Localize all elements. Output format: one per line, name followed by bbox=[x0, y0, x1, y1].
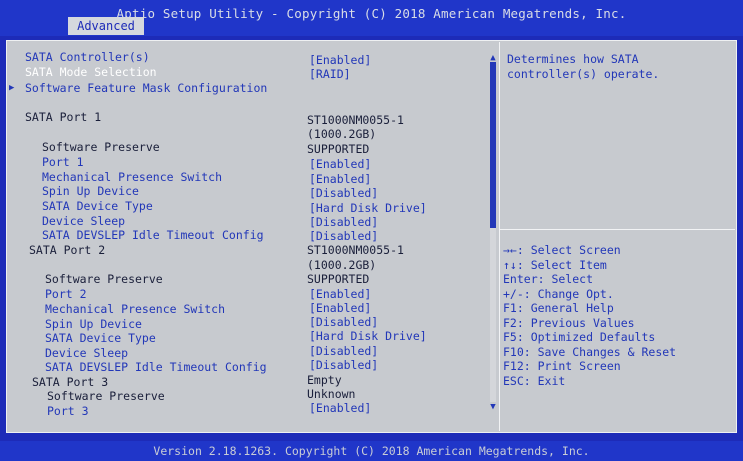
port-2-enable-value[interactable]: [Enabled] bbox=[309, 287, 371, 301]
port-1-device-type-label[interactable]: SATA Device Type bbox=[42, 199, 153, 213]
key-change-option: +/-: Change Opt. bbox=[503, 286, 614, 301]
port-2-device-type-label[interactable]: SATA Device Type bbox=[45, 331, 156, 345]
sata-controllers-label[interactable]: SATA Controller(s) bbox=[25, 50, 150, 64]
port-2-enable-label[interactable]: Port 2 bbox=[45, 287, 87, 301]
help-line-2: controller(s) operate. bbox=[507, 67, 660, 81]
port-2-spin-up-label[interactable]: Spin Up Device bbox=[45, 317, 142, 331]
port-1-device-sleep-value[interactable]: [Disabled] bbox=[309, 215, 378, 229]
port-1-mech-presence-label[interactable]: Mechanical Presence Switch bbox=[42, 170, 222, 184]
port-1-devslep-label[interactable]: SATA DEVSLEP Idle Timeout Config bbox=[42, 228, 264, 242]
key-escape-exit: ESC: Exit bbox=[503, 373, 566, 388]
software-feature-mask-link[interactable]: Software Feature Mask Configuration bbox=[25, 81, 267, 95]
key-enter-select: Enter: Select bbox=[503, 272, 594, 286]
port-1-device-type-value[interactable]: [Hard Disk Drive] bbox=[309, 201, 427, 215]
port-2-software-preserve-label: Software Preserve bbox=[45, 272, 163, 286]
port-1-enable-value[interactable]: [Enabled] bbox=[309, 157, 371, 171]
port-1-software-preserve-label: Software Preserve bbox=[42, 140, 160, 154]
port-1-devslep-value[interactable]: [Disabled] bbox=[309, 229, 378, 243]
sata-port-1-model: ST1000NM0055-1 bbox=[307, 113, 404, 127]
port-3-software-preserve-value: Unknown bbox=[307, 387, 356, 401]
title-bar: Aptio Setup Utility - Copyright (C) 2018… bbox=[0, 0, 743, 36]
port-2-mech-presence-value[interactable]: [Enabled] bbox=[309, 301, 371, 315]
sata-mode-selection-value[interactable]: [RAID] bbox=[309, 67, 351, 81]
port-2-software-preserve-value: SUPPORTED bbox=[307, 272, 370, 286]
sata-port-2-model: ST1000NM0055-1 bbox=[307, 243, 404, 257]
port-3-enable-value[interactable]: [Enabled] bbox=[309, 401, 371, 415]
key-select-screen: →←: Select Screen bbox=[503, 243, 621, 257]
help-divider bbox=[500, 229, 735, 230]
sata-port-3-heading: SATA Port 3 bbox=[32, 375, 109, 389]
key-save-reset: F10: Save Changes & Reset bbox=[503, 344, 677, 359]
key-general-help: F1: General Help bbox=[503, 301, 614, 315]
scroll-down-arrow-icon[interactable]: ▼ bbox=[487, 402, 499, 412]
port-2-spin-up-value[interactable]: [Disabled] bbox=[309, 315, 378, 329]
port-1-spin-up-label[interactable]: Spin Up Device bbox=[42, 184, 139, 198]
key-optimized-defaults: F5: Optimized Defaults bbox=[503, 330, 656, 344]
help-description: Determines how SATA controller(s) operat… bbox=[507, 52, 727, 82]
port-1-device-sleep-label[interactable]: Device Sleep bbox=[42, 214, 125, 228]
sata-mode-selection-label[interactable]: SATA Mode Selection bbox=[25, 65, 157, 79]
key-print-screen: F12: Print Screen bbox=[503, 359, 621, 373]
port-2-device-type-value[interactable]: [Hard Disk Drive] bbox=[309, 329, 427, 343]
sata-port-1-heading: SATA Port 1 bbox=[25, 110, 102, 124]
submenu-arrow-icon: ▶ bbox=[9, 83, 15, 93]
help-line-1: Determines how SATA bbox=[507, 52, 639, 66]
scrollbar-thumb[interactable] bbox=[490, 62, 496, 228]
port-1-software-preserve-value: SUPPORTED bbox=[307, 142, 370, 156]
port-2-devslep-label[interactable]: SATA DEVSLEP Idle Timeout Config bbox=[45, 360, 267, 374]
version-footer: Version 2.18.1263. Copyright (C) 2018 Am… bbox=[0, 441, 743, 461]
key-select-item: ↑↓: Select Item bbox=[503, 257, 607, 272]
sata-controllers-value[interactable]: [Enabled] bbox=[309, 53, 371, 67]
key-previous-values: F2: Previous Values bbox=[503, 315, 635, 330]
sata-port-1-capacity: (1000.2GB) bbox=[307, 127, 377, 141]
port-1-mech-presence-value[interactable]: [Enabled] bbox=[309, 172, 371, 186]
sata-port-2-heading: SATA Port 2 bbox=[29, 243, 106, 257]
key-legend: →←: Select Screen ↑↓: Select Item Enter:… bbox=[503, 243, 735, 388]
port-2-device-sleep-label[interactable]: Device Sleep bbox=[45, 346, 128, 360]
panel-divider bbox=[499, 42, 500, 431]
port-1-enable-label[interactable]: Port 1 bbox=[42, 155, 84, 169]
port-1-spin-up-value[interactable]: [Disabled] bbox=[309, 186, 378, 200]
port-3-enable-label[interactable]: Port 3 bbox=[47, 404, 89, 418]
tab-advanced[interactable]: Advanced bbox=[68, 17, 144, 35]
port-3-software-preserve-label: Software Preserve bbox=[47, 389, 165, 403]
port-2-mech-presence-label[interactable]: Mechanical Presence Switch bbox=[45, 302, 225, 316]
port-2-devslep-value[interactable]: [Disabled] bbox=[309, 358, 378, 372]
sata-port-2-capacity: (1000.2GB) bbox=[307, 258, 377, 272]
sata-port-3-status: Empty bbox=[307, 373, 342, 387]
port-2-device-sleep-value[interactable]: [Disabled] bbox=[309, 344, 378, 358]
